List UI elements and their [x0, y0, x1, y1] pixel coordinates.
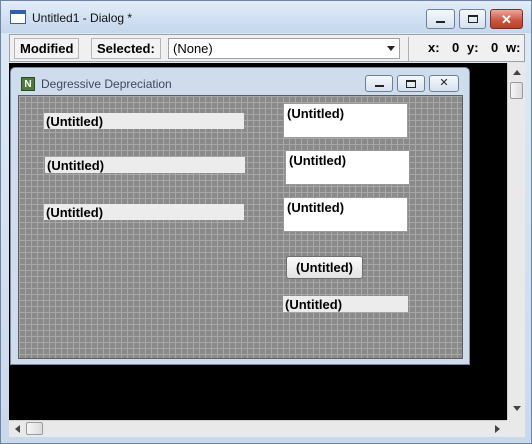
designed-dialog[interactable]: N Degressive Depreciation ✕ (Untitled) (… — [10, 67, 470, 365]
dialog-close-button[interactable]: ✕ — [429, 75, 459, 92]
selected-control-value: (None) — [173, 41, 213, 56]
horizontal-scroll-thumb[interactable] — [26, 422, 43, 435]
maximize-icon — [467, 15, 478, 23]
maximize-button[interactable] — [459, 9, 486, 29]
scroll-corner — [507, 420, 525, 437]
dialog-minimize-button[interactable] — [365, 75, 393, 92]
dialog-app-icon: N — [21, 77, 35, 91]
horizontal-scrollbar[interactable] — [9, 420, 507, 437]
dropdown-arrow-icon — [387, 46, 395, 51]
scroll-down-icon[interactable] — [513, 406, 521, 411]
dialog-editor-window: Untitled1 - Dialog * ✕ Modified Selected… — [0, 0, 532, 444]
modified-indicator: Modified — [14, 38, 80, 59]
vertical-scrollbar[interactable] — [507, 63, 525, 420]
static-label-control[interactable]: (Untitled) — [44, 113, 244, 129]
y-label: y: — [467, 40, 479, 55]
static-label-control[interactable]: (Untitled) — [283, 296, 408, 312]
scroll-right-icon[interactable] — [495, 425, 500, 433]
minimize-button[interactable] — [426, 9, 455, 29]
window-icon — [10, 10, 26, 24]
close-icon: ✕ — [501, 11, 512, 27]
scroll-up-icon[interactable] — [513, 70, 521, 75]
x-value: 0 — [452, 40, 460, 55]
vertical-scroll-thumb[interactable] — [510, 82, 523, 99]
edit-box-control[interactable]: (Untitled) — [285, 150, 410, 185]
dialog-layout-grid[interactable]: (Untitled) (Untitled) (Untitled) (Untitl… — [18, 95, 463, 359]
toolbar-separator — [408, 37, 409, 61]
selected-control-dropdown[interactable]: (None) — [168, 38, 400, 59]
toolbar: Modified Selected: (None) x: 0 y: 0 w: — [9, 34, 525, 62]
dialog-minimize-icon — [374, 84, 384, 87]
dialog-title: Degressive Depreciation — [41, 77, 172, 91]
scroll-left-icon[interactable] — [15, 425, 20, 433]
x-label: x: — [428, 40, 440, 55]
window-title: Untitled1 - Dialog * — [32, 11, 133, 25]
y-value: 0 — [491, 40, 499, 55]
edit-box-control[interactable]: (Untitled) — [283, 197, 408, 232]
close-button[interactable]: ✕ — [490, 9, 523, 29]
dialog-maximize-button[interactable] — [397, 75, 425, 92]
push-button-control[interactable]: (Untitled) — [286, 256, 363, 279]
dialog-title-bar[interactable]: N Degressive Depreciation ✕ — [11, 68, 469, 98]
dialog-maximize-icon — [406, 79, 416, 88]
w-label: w: — [506, 40, 521, 55]
selected-label: Selected: — [91, 38, 161, 59]
static-label-control[interactable]: (Untitled) — [44, 204, 244, 220]
dialog-close-icon: ✕ — [439, 77, 449, 89]
minimize-icon — [436, 21, 445, 23]
static-label-control[interactable]: (Untitled) — [45, 157, 245, 173]
title-bar[interactable]: Untitled1 - Dialog * ✕ — [1, 1, 531, 33]
edit-box-control[interactable]: (Untitled) — [283, 103, 408, 138]
